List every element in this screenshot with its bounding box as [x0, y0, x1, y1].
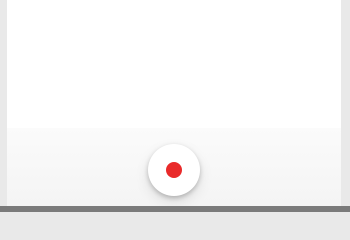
recorder-window — [7, 0, 341, 206]
recording-controls-panel — [7, 128, 341, 206]
record-button[interactable] — [148, 144, 200, 196]
record-dot-icon — [166, 162, 182, 178]
bottom-bar — [0, 206, 350, 212]
recording-content-area — [7, 0, 341, 128]
